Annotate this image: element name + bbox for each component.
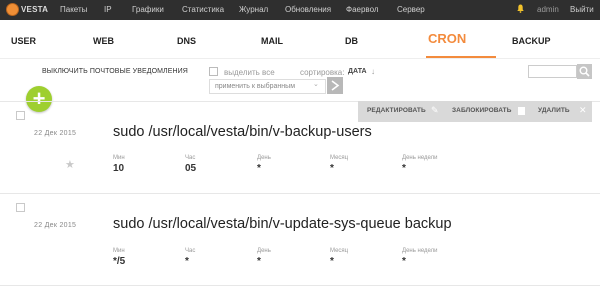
hour-value: 05	[185, 163, 197, 174]
month-label: Месяц	[330, 248, 349, 254]
logo-text: VESTA	[21, 5, 49, 14]
row-checkbox[interactable]	[16, 203, 25, 212]
delete-button[interactable]: УДАЛИТЬ	[538, 107, 570, 114]
chevron-down-icon: ⌄	[313, 81, 319, 88]
arrow-right-icon	[331, 80, 340, 91]
topnav-server[interactable]: Сервер	[397, 5, 425, 14]
edit-button[interactable]: РЕДАКТИРОВАТЬ	[367, 107, 426, 114]
lock-icon[interactable]	[518, 107, 525, 115]
min-value: 10	[113, 163, 125, 174]
month-value: *	[330, 163, 334, 174]
tab-user[interactable]: USER	[11, 36, 36, 46]
weekday-label: День недели	[402, 248, 438, 254]
topnav-log[interactable]: Журнал	[239, 5, 268, 14]
hour-label: Час	[185, 155, 196, 161]
tab-mail[interactable]: MAIL	[261, 36, 283, 46]
hour-label: Час	[185, 248, 196, 254]
row-divider	[0, 193, 600, 194]
suspend-button[interactable]: ЗАБЛОКИРОВАТЬ	[452, 107, 512, 114]
tab-db[interactable]: DB	[345, 36, 358, 46]
job-date: 22 Дек 2015	[34, 222, 77, 229]
search-button[interactable]	[577, 64, 592, 79]
select-all-label[interactable]: выделить все	[224, 68, 275, 77]
hour-value: *	[185, 256, 189, 267]
min-value: */5	[113, 256, 126, 267]
pencil-icon[interactable]: ✎	[431, 105, 439, 116]
user-name[interactable]: admin	[537, 5, 559, 14]
topnav-ip[interactable]: IP	[104, 5, 112, 14]
add-cron-job-button[interactable]: +	[26, 86, 52, 112]
vesta-logo-icon	[6, 3, 19, 16]
min-label: Мин	[113, 155, 125, 161]
row-action-bar: РЕДАКТИРОВАТЬ ✎ ЗАБЛОКИРОВАТЬ УДАЛИТЬ ✕	[358, 101, 592, 122]
day-label: День	[257, 248, 271, 254]
bell-icon[interactable]	[517, 4, 524, 13]
tab-backup[interactable]: BACKUP	[512, 36, 551, 46]
job-command: sudo /usr/local/vesta/bin/v-backup-users	[113, 124, 372, 140]
day-value: *	[257, 163, 261, 174]
sort-value[interactable]: ДАТА	[348, 68, 367, 75]
disable-notifications-link[interactable]: ВЫКЛЮЧИТЬ ПОЧТОВЫЕ УВЕДОМЛЕНИЯ	[42, 68, 188, 75]
topnav-graphs[interactable]: Графики	[132, 5, 164, 14]
day-value: *	[257, 256, 261, 267]
day-label: День	[257, 155, 271, 161]
search-icon	[579, 66, 590, 77]
row-divider	[0, 285, 600, 286]
topnav-updates[interactable]: Обновления	[285, 5, 331, 14]
star-icon[interactable]: ★	[65, 158, 75, 171]
topnav-firewall[interactable]: Фаервол	[346, 5, 379, 14]
job-date: 22 Дек 2015	[34, 130, 77, 137]
apply-button[interactable]	[327, 77, 343, 94]
close-icon[interactable]: ✕	[579, 105, 587, 116]
tab-cron[interactable]: CRON	[428, 31, 466, 46]
top-bar: VESTA Пакеты IP Графики Статистика Журна…	[0, 0, 600, 20]
select-all-checkbox[interactable]	[209, 67, 218, 76]
tab-dns[interactable]: DNS	[177, 36, 196, 46]
weekday-label: День недели	[402, 155, 438, 161]
job-command: sudo /usr/local/vesta/bin/v-update-sys-q…	[113, 216, 452, 232]
weekday-value: *	[402, 256, 406, 267]
search-input[interactable]	[528, 65, 577, 78]
tab-web[interactable]: WEB	[93, 36, 114, 46]
topnav-packages[interactable]: Пакеты	[60, 5, 87, 14]
month-value: *	[330, 256, 334, 267]
logo[interactable]: VESTA	[6, 3, 48, 16]
divider	[0, 58, 600, 59]
month-label: Месяц	[330, 155, 349, 161]
topnav-statistics[interactable]: Статистика	[182, 5, 224, 14]
sort-arrow-icon[interactable]: ↓	[371, 67, 375, 76]
min-label: Мин	[113, 248, 125, 254]
logout-link[interactable]: Выйти	[570, 5, 594, 14]
row-checkbox[interactable]	[16, 111, 25, 120]
bulk-action-select[interactable]: применить к выбранным	[209, 79, 326, 94]
sort-label: сортировка:	[300, 68, 345, 77]
weekday-value: *	[402, 163, 406, 174]
